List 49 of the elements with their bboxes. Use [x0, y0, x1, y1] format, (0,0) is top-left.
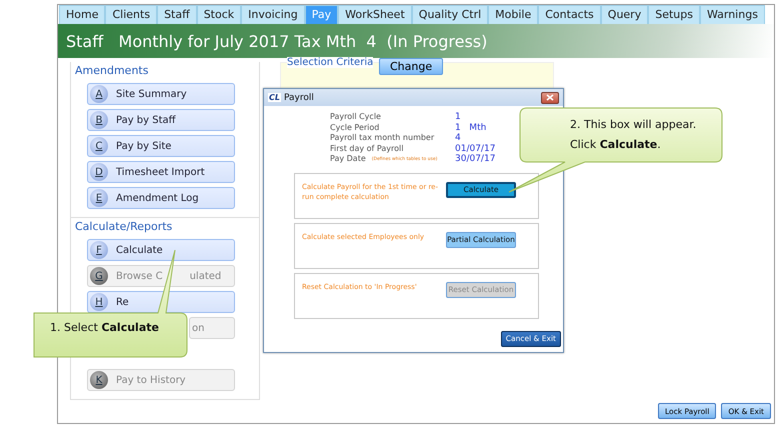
button-label: Browse C [116, 270, 163, 282]
close-button[interactable] [541, 92, 559, 104]
nav-tab[interactable]: Clients [105, 5, 158, 24]
nav-tab[interactable]: WorkSheet [338, 5, 412, 24]
nav-tab[interactable]: Invoicing [241, 5, 305, 24]
nav-tab[interactable]: Query [600, 5, 648, 24]
nav-tab[interactable]: Stock [196, 5, 242, 24]
page-title: Staff Monthly for July 2017 Tax Mth 4 (In Progress) [66, 32, 488, 50]
letter-key: C [90, 137, 108, 155]
change-button[interactable]: Change [379, 58, 444, 75]
info-value: 1 Mth [455, 122, 488, 133]
button-label: ulated [190, 270, 222, 282]
nav-tab[interactable]: Staff [157, 5, 197, 24]
info-value: 30/07/17 [455, 154, 496, 164]
info-label: First day of Payroll [330, 144, 404, 154]
app-logo: CL [268, 93, 281, 102]
callout-text: 2. This box will appear. Click Calculate. [570, 117, 698, 153]
nav-tab[interactable]: Setups [648, 5, 700, 24]
info-value: 01/07/17 [455, 144, 496, 154]
letter-key: E [90, 189, 108, 207]
letter-key: H [90, 293, 108, 311]
nav-tab[interactable]: Warnings [700, 5, 765, 24]
dialog-title: Payroll [284, 92, 315, 102]
menu-button[interactable]: B Pay by Staff [87, 109, 235, 131]
callout-text: 1. Select Calculate [50, 320, 160, 336]
letter-key: F [90, 241, 108, 259]
nav-tab[interactable]: Quality Ctrl [412, 5, 488, 24]
info-label: Cycle Period [330, 122, 380, 133]
menu-button[interactable]: A Site Summary [87, 83, 235, 105]
panel-title: Selection Criteria [287, 57, 374, 68]
info-value: 4 [455, 133, 462, 144]
menu-button[interactable]: F Calculate [87, 239, 235, 261]
letter-key: B [90, 111, 108, 129]
letter-key: D [90, 163, 108, 181]
letter-key: G [90, 267, 108, 285]
letter-key: K [90, 371, 108, 389]
nav-tab[interactable]: Home [59, 5, 106, 24]
letter-key: A [90, 85, 108, 103]
close-icon [546, 94, 554, 101]
menu-button[interactable]: E Amendment Log [87, 187, 235, 209]
nav-tab[interactable]: Mobile [488, 5, 538, 24]
menu-button[interactable]: H Re [87, 291, 235, 313]
info-label: Payroll tax month number [330, 133, 434, 144]
menu-button[interactable]: C Pay by Site [87, 135, 235, 157]
info-value: 1 [455, 112, 462, 122]
nav-tab[interactable]: Contacts [538, 5, 601, 24]
menu-button[interactable]: D Timesheet Import [87, 161, 235, 183]
info-label: Pay Date [330, 154, 366, 164]
info-label: Payroll Cycle [330, 112, 381, 122]
